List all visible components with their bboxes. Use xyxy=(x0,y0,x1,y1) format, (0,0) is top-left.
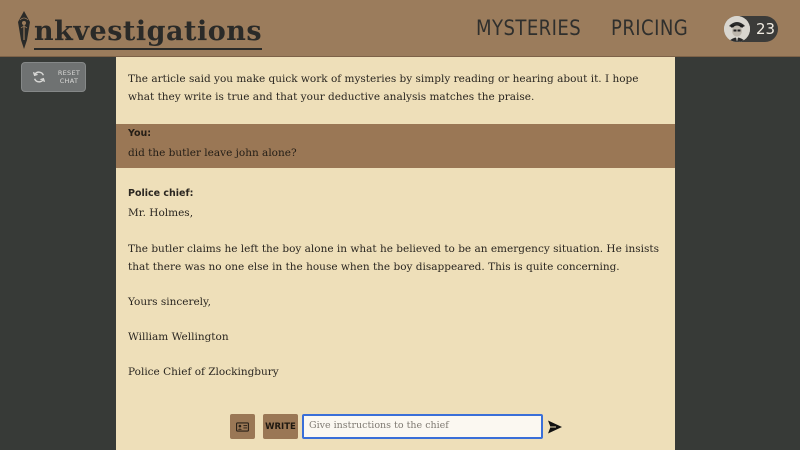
reset-chat-button[interactable]: RESET CHAT xyxy=(21,62,86,92)
chief-sender-label: Police chief: xyxy=(128,188,194,199)
chief-signature: William Wellington xyxy=(128,331,229,343)
chief-intro-message: The article said you make quick work of … xyxy=(128,73,639,103)
write-mode-button[interactable]: WRITE xyxy=(263,414,298,439)
refresh-icon xyxy=(32,71,46,83)
instruction-input[interactable] xyxy=(302,414,543,439)
user-sender-label: You: xyxy=(128,128,152,139)
credit-count: 23 xyxy=(756,20,776,38)
chief-message-body: The butler claims he left the boy alone … xyxy=(128,243,659,273)
nav-mysteries[interactable]: MYSTERIES xyxy=(476,16,581,42)
user-message-bubble xyxy=(116,124,675,168)
chat-panel: The article said you make quick work of … xyxy=(116,57,675,450)
send-button[interactable] xyxy=(547,419,563,435)
reset-chat-label: RESET CHAT xyxy=(57,69,81,85)
fountain-pen-icon xyxy=(18,11,30,49)
credits-badge[interactable]: 23 xyxy=(724,16,778,42)
chief-title: Police Chief of Zlockingbury xyxy=(128,366,279,378)
id-card-icon xyxy=(236,421,249,432)
chief-greeting: Mr. Holmes, xyxy=(128,207,194,219)
top-header: nkvestigations MYSTERIES PRICING 23 xyxy=(0,0,800,57)
logo-text: nkvestigations xyxy=(34,18,263,50)
detective-avatar-icon xyxy=(724,16,750,42)
nav-pricing[interactable]: PRICING xyxy=(611,16,688,42)
user-message-text: did the butler leave john alone? xyxy=(128,147,297,159)
case-notes-button[interactable] xyxy=(230,414,255,439)
avatar xyxy=(724,16,750,42)
chief-closing: Yours sincerely, xyxy=(128,296,211,308)
logo[interactable]: nkvestigations xyxy=(14,8,263,50)
send-arrow-icon xyxy=(548,420,562,434)
